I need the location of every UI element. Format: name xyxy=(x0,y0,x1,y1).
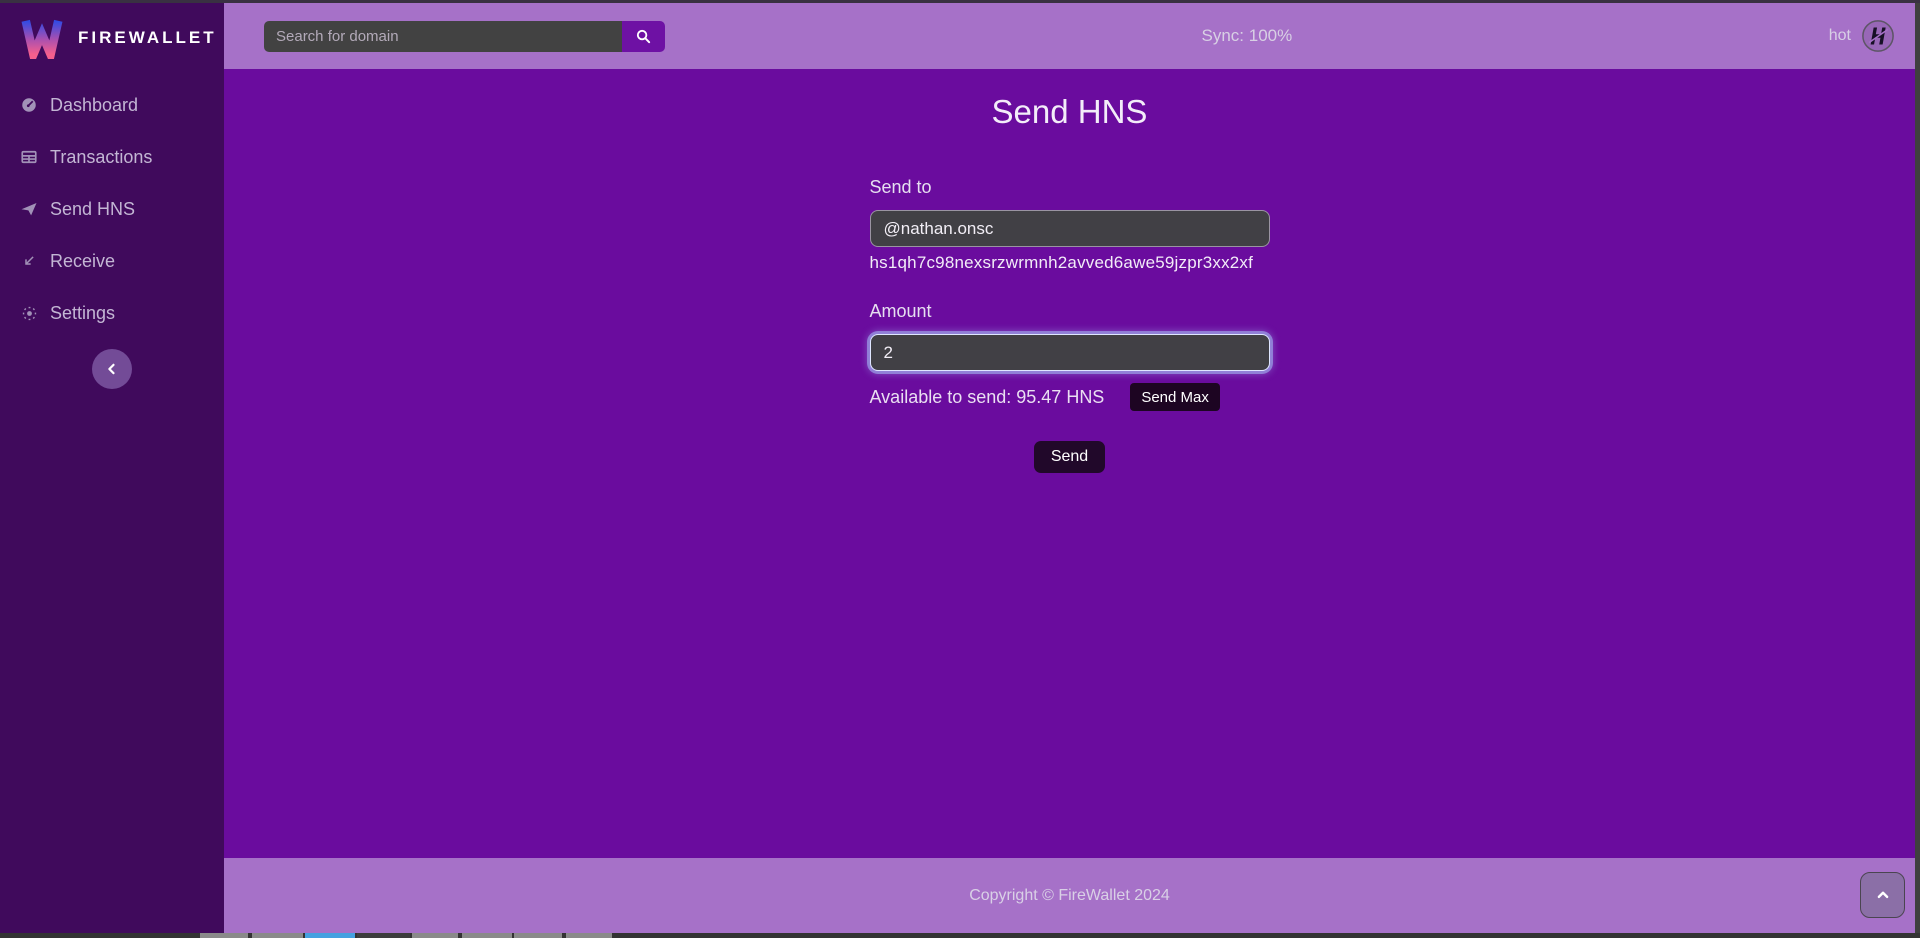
main-content: Send HNS Send to hs1qh7c98nexsrzwrmnh2av… xyxy=(224,69,1915,858)
available-balance-text: Available to send: 95.47 HNS xyxy=(870,387,1105,408)
firewallet-logo-icon xyxy=(20,17,64,59)
taskbar-item[interactable] xyxy=(305,933,355,938)
domain-search xyxy=(264,21,665,52)
taskbar-item[interactable] xyxy=(462,933,512,938)
wallet-name: hot xyxy=(1829,27,1851,45)
paper-plane-icon xyxy=(20,200,38,218)
page-title: Send HNS xyxy=(224,93,1915,131)
taskbar[interactable] xyxy=(0,933,1920,938)
sidebar-item-label: Transactions xyxy=(50,147,152,168)
scroll-to-top-button[interactable] xyxy=(1860,872,1905,918)
chevron-up-icon xyxy=(1874,886,1892,904)
gear-icon xyxy=(20,304,38,322)
sidebar-collapse-button[interactable] xyxy=(92,349,132,389)
handshake-logo-icon xyxy=(1861,19,1895,53)
amount-label: Amount xyxy=(870,301,1270,322)
wallet-switcher[interactable]: hot xyxy=(1829,19,1895,53)
sidebar-item-dashboard[interactable]: Dashboard xyxy=(0,79,224,131)
top-bar: Sync: 100% hot xyxy=(224,3,1915,69)
taskbar-item[interactable] xyxy=(412,933,458,938)
search-button[interactable] xyxy=(622,21,665,52)
sync-status: Sync: 100% xyxy=(665,26,1829,46)
copyright-text: Copyright © FireWallet 2024 xyxy=(969,887,1170,905)
window-top-edge xyxy=(0,0,1920,3)
taskbar-item[interactable] xyxy=(514,933,562,938)
taskbar-item[interactable] xyxy=(357,933,410,938)
sidebar-item-label: Settings xyxy=(50,303,115,324)
sidebar-item-transactions[interactable]: Transactions xyxy=(0,131,224,183)
sidebar-item-label: Dashboard xyxy=(50,95,138,116)
taskbar-item[interactable] xyxy=(566,933,612,938)
send-to-label: Send to xyxy=(870,177,1270,198)
sidebar-item-label: Send HNS xyxy=(50,199,135,220)
chevron-left-icon xyxy=(103,360,121,378)
send-to-input[interactable] xyxy=(870,210,1270,247)
table-icon xyxy=(20,148,38,166)
taskbar-item[interactable] xyxy=(252,933,303,938)
send-form: Send to hs1qh7c98nexsrzwrmnh2avved6awe59… xyxy=(870,177,1270,473)
sidebar-item-settings[interactable]: Settings xyxy=(0,287,224,339)
sidebar-item-label: Receive xyxy=(50,251,115,272)
send-button[interactable]: Send xyxy=(1034,441,1105,473)
sidebar-item-receive[interactable]: Receive xyxy=(0,235,224,287)
amount-input[interactable] xyxy=(870,334,1270,371)
scrollbar[interactable] xyxy=(1915,3,1920,938)
brand-title: FIREWALLET xyxy=(78,28,217,48)
brand[interactable]: FIREWALLET xyxy=(0,3,224,69)
send-max-button[interactable]: Send Max xyxy=(1130,383,1220,411)
search-icon xyxy=(635,28,652,45)
sidebar-nav: Dashboard Transactions Send HNS Receive … xyxy=(0,79,224,339)
taskbar-item[interactable] xyxy=(200,933,248,938)
sidebar: FIREWALLET Dashboard Transactions Send H… xyxy=(0,3,224,933)
resolved-address: hs1qh7c98nexsrzwrmnh2avved6awe59jzpr3xx2… xyxy=(870,253,1270,273)
gauge-icon xyxy=(20,96,38,114)
search-input[interactable] xyxy=(264,21,622,52)
footer: Copyright © FireWallet 2024 xyxy=(224,858,1915,933)
receive-arrow-icon xyxy=(20,252,38,270)
sidebar-item-send-hns[interactable]: Send HNS xyxy=(0,183,224,235)
